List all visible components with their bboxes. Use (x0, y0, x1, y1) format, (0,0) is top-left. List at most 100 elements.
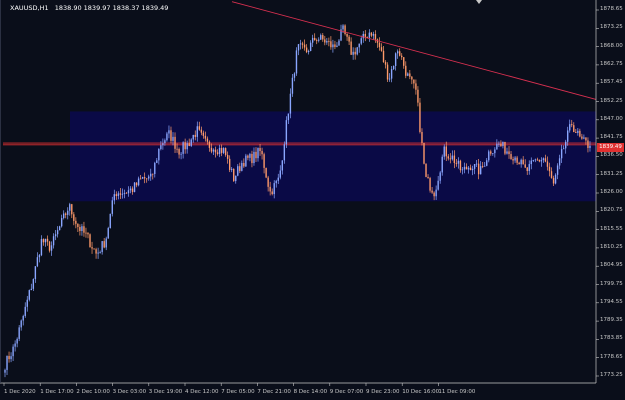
candle (44, 238, 47, 247)
candle-body (257, 148, 259, 159)
candle-body (58, 226, 61, 231)
candle (8, 351, 10, 363)
candle (415, 79, 417, 95)
candle-body (50, 245, 53, 251)
candle-body (99, 252, 101, 253)
candle (6, 355, 8, 375)
candle-body (386, 64, 389, 80)
candle-body (139, 178, 142, 180)
candle-body (538, 159, 541, 162)
candle-body (224, 148, 227, 155)
candle-body (40, 239, 43, 256)
time-tick-label: 10 Dec 16:00 (402, 389, 440, 395)
candle (504, 141, 506, 156)
candle (293, 72, 296, 82)
candle (326, 38, 328, 45)
candle-body (44, 238, 47, 243)
candle-body (101, 241, 103, 253)
candle-body (42, 239, 45, 243)
candle-body (60, 218, 63, 227)
candle-body (103, 241, 105, 248)
chart-window[interactable]: XAUUSD,H1 1838.90 1839.97 1838.37 1839.4… (0, 0, 625, 400)
candle-body (411, 76, 413, 80)
candle-body (344, 25, 346, 35)
price-tick-label: 1841.75 (600, 134, 623, 141)
candle-body (467, 167, 470, 170)
candle-body (34, 266, 37, 280)
candle-body (392, 65, 395, 70)
candle-body (281, 160, 284, 171)
candle-body (133, 182, 136, 192)
candle-body (194, 134, 196, 137)
candle-body (372, 34, 375, 36)
chart-shift-marker-icon[interactable] (476, 0, 482, 4)
candle-body (135, 182, 138, 186)
candle-body (463, 166, 466, 170)
candle-body (508, 151, 510, 155)
candle-body (243, 163, 245, 167)
candle-body (91, 247, 93, 249)
candle-body (498, 143, 500, 145)
candle-body (87, 233, 89, 235)
candle-body (115, 194, 118, 197)
symbol-label: XAUUSD,H1 (10, 4, 49, 12)
candle-body (38, 255, 41, 258)
candle-body (439, 172, 441, 181)
candle-body (192, 134, 194, 140)
candle-body (484, 165, 486, 167)
price-tick-label: 1878.65 (600, 6, 623, 12)
candle (73, 212, 75, 226)
candle-body (299, 43, 302, 45)
candle (36, 252, 39, 268)
candle-body (575, 132, 577, 133)
candle (364, 30, 366, 42)
candle (388, 73, 391, 82)
candle-body (364, 33, 366, 37)
candle-body (562, 148, 565, 150)
price-chart[interactable] (0, 0, 625, 400)
candle-body (107, 228, 109, 239)
candle-body (356, 47, 358, 55)
candle-body (571, 124, 573, 126)
candle (409, 69, 411, 80)
candle-body (560, 149, 563, 159)
candle-body (423, 142, 425, 164)
time-tick-label: 3 Dec 03:00 (112, 389, 147, 395)
candle-body (267, 177, 269, 187)
candle (4, 368, 6, 378)
candle (336, 42, 338, 48)
candle (386, 62, 389, 83)
candle-body (156, 160, 158, 163)
time-tick-label: 9 Dec 07:00 (329, 389, 364, 395)
price-tick-label: 1794.55 (600, 298, 623, 305)
candle-body (554, 174, 557, 184)
candle-body (360, 38, 362, 44)
candle-body (65, 213, 67, 215)
candle-body (206, 138, 209, 142)
candle (392, 65, 395, 71)
candle-body (528, 164, 530, 171)
candle-body (148, 176, 150, 179)
candle-body (384, 62, 387, 65)
candle-body (305, 47, 308, 53)
candle-body (451, 155, 454, 160)
candle-body (180, 153, 182, 155)
candle-body (233, 168, 235, 182)
candle-body (196, 126, 198, 137)
candle (71, 203, 73, 219)
price-tick-label: 1831.25 (600, 170, 623, 177)
candle-body (502, 141, 504, 147)
candle (401, 53, 403, 60)
candle-body (510, 154, 512, 159)
candle (330, 36, 332, 50)
candle-body (239, 166, 241, 171)
candle (30, 283, 33, 291)
candle-body (374, 34, 377, 40)
candle-body (247, 155, 249, 158)
candle-body (237, 166, 239, 176)
candle-body (469, 167, 472, 171)
candle-body (154, 162, 156, 174)
candle (107, 226, 109, 239)
candle (46, 235, 49, 246)
candle-body (322, 35, 324, 40)
